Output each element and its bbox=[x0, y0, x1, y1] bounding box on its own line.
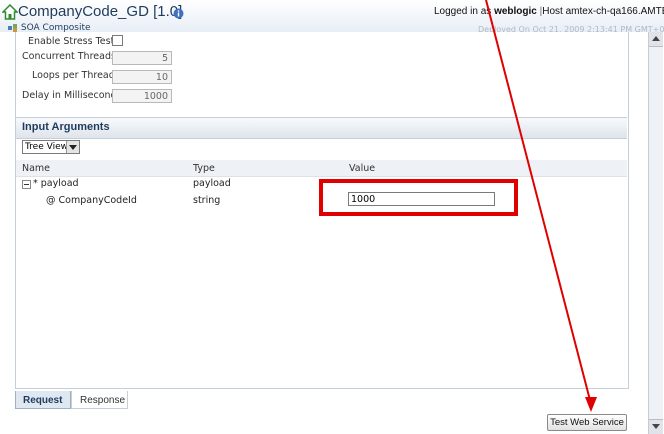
argument-name: * payload bbox=[33, 178, 79, 189]
scroll-down-icon[interactable] bbox=[649, 419, 663, 434]
column-header-name: Name bbox=[22, 163, 51, 174]
expand-collapse-icon[interactable] bbox=[22, 180, 31, 189]
dropdown-arrow-icon[interactable] bbox=[66, 141, 79, 153]
argument-type: payload bbox=[193, 178, 231, 189]
scroll-up-icon[interactable] bbox=[649, 32, 663, 47]
test-web-service-button[interactable]: Test Web Service bbox=[547, 414, 627, 431]
view-mode-select[interactable]: Tree View bbox=[22, 140, 80, 154]
home-icon[interactable] bbox=[2, 4, 18, 20]
composite-type-label: SOA Composite bbox=[8, 22, 91, 32]
vertical-scrollbar[interactable] bbox=[648, 32, 663, 434]
concurrent-threads-input[interactable] bbox=[112, 51, 172, 65]
page-title: CompanyCode_GD [1.0] bbox=[18, 3, 183, 20]
enable-stress-test-label: Enable Stress Test bbox=[28, 36, 115, 47]
column-header-value: Value bbox=[349, 163, 376, 174]
enable-stress-test-checkbox[interactable] bbox=[112, 35, 123, 46]
username[interactable]: weblogic bbox=[494, 6, 537, 17]
annotation-highlight-box bbox=[319, 179, 518, 216]
tab-request[interactable]: Request bbox=[15, 391, 71, 409]
argument-name: @ CompanyCodeId bbox=[46, 195, 137, 206]
loops-per-thread-label: Loops per Thread bbox=[32, 70, 115, 81]
delay-ms-label: Delay in Milliseconds bbox=[22, 90, 122, 101]
tab-response[interactable]: Response bbox=[71, 391, 128, 409]
loops-per-thread-input[interactable] bbox=[112, 70, 172, 84]
input-arguments-header: Input Arguments bbox=[16, 117, 627, 139]
deployment-info: Deployed On Oct 21, 2009 2:13:41 PM GMT+… bbox=[478, 25, 664, 32]
delay-ms-input[interactable] bbox=[112, 89, 172, 103]
column-header-type: Type bbox=[193, 163, 215, 174]
info-icon[interactable] bbox=[173, 8, 184, 19]
argument-type: string bbox=[193, 195, 221, 206]
input-arguments-title: Input Arguments bbox=[22, 121, 110, 133]
header-bar: CompanyCode_GD [1.0] SOA Composite Logge… bbox=[0, 0, 664, 32]
login-info: Logged in as weblogic |Host amtex-ch-qa1… bbox=[434, 6, 664, 17]
arguments-table-header: Name Type Value bbox=[16, 160, 627, 177]
soa-composite-icon bbox=[8, 23, 17, 32]
host-name: amtex-ch-qa166.AMTEXP bbox=[565, 6, 664, 17]
concurrent-threads-label: Concurrent Threads bbox=[22, 51, 116, 62]
